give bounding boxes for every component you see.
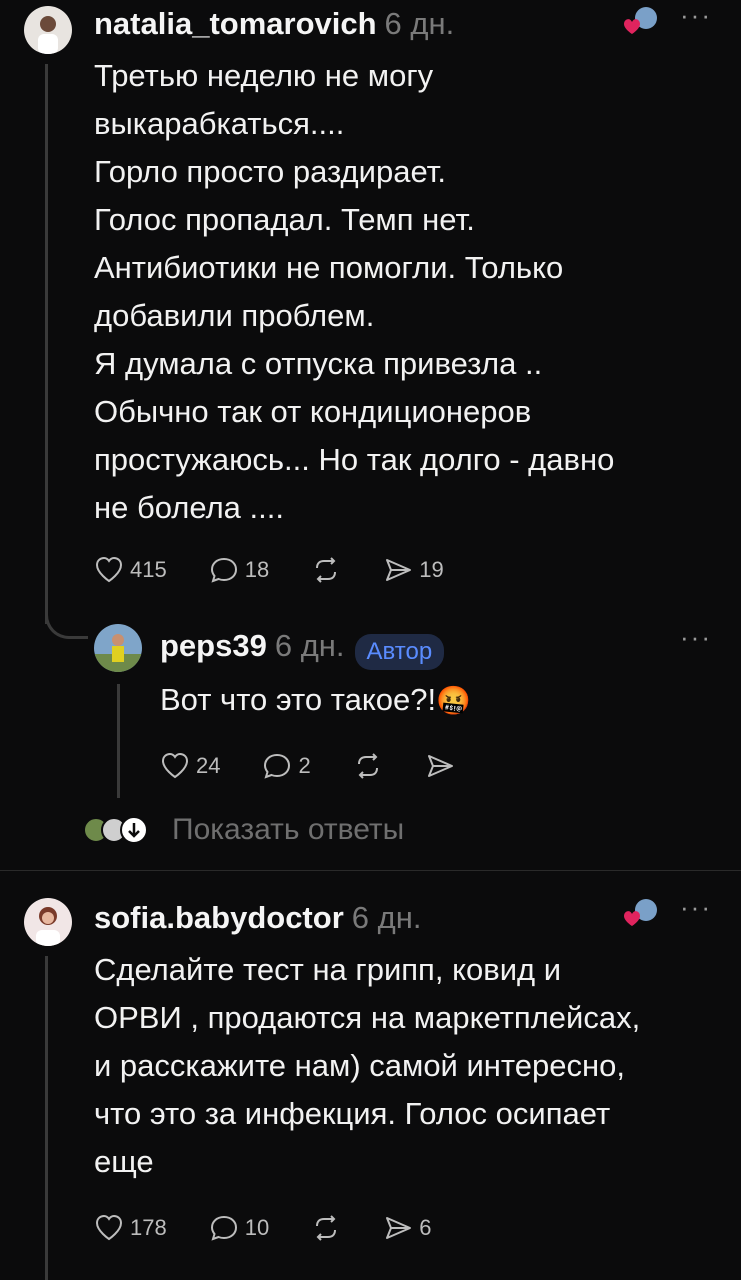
thread-line [45, 64, 48, 624]
post-line: добавили проблем. [94, 298, 375, 333]
comment-icon [264, 753, 291, 779]
repost-button[interactable] [311, 1214, 341, 1242]
like-count: 24 [196, 753, 221, 778]
comment-button[interactable]: 18 [209, 556, 269, 584]
post-actions: 415 18 19 [94, 556, 486, 584]
show-replies-button[interactable]: Показать ответы [82, 812, 404, 848]
share-button[interactable]: 19 [383, 556, 444, 584]
heart-icon [95, 556, 123, 583]
comment-count: 10 [244, 1215, 270, 1240]
more-options-icon[interactable]: ··· [680, 622, 712, 653]
like-count: 415 [130, 557, 167, 582]
post-line: что это за инфекция. Голос осипает [94, 1096, 611, 1131]
avatar-photo-icon [94, 634, 142, 672]
heart-icon [95, 1214, 123, 1241]
liked-by-author-avatar [620, 4, 660, 45]
avatar[interactable] [24, 6, 72, 54]
post-header: sofia.babydoctor 6 дн. [94, 900, 421, 936]
reply-body: Вот что это такое?!🤬 [160, 676, 471, 725]
like-button[interactable]: 415 [94, 556, 167, 584]
send-icon [386, 559, 412, 581]
timestamp: 6 дн. [384, 6, 455, 41]
comment-icon [210, 1215, 237, 1241]
reply-text: Вот что это такое?! [160, 682, 437, 717]
share-count: 19 [419, 557, 444, 582]
more-options-icon[interactable]: ··· [680, 892, 712, 923]
like-count: 178 [130, 1215, 167, 1240]
post-line: Горло просто раздирает. [94, 154, 447, 189]
post-line: Я думала с отпуска привезла .. [94, 346, 543, 381]
repost-button[interactable] [353, 752, 383, 780]
thread-line [117, 684, 120, 798]
post-line: Обычно так от кондиционеров [94, 394, 532, 429]
show-replies-label: Показать ответы [172, 813, 405, 846]
post-line: выкарабкаться.... [94, 106, 345, 141]
like-button[interactable]: 24 [160, 752, 220, 780]
comment-button[interactable]: 10 [209, 1214, 269, 1242]
repost-icon [316, 1215, 337, 1241]
post-body: Третью неделю не могу выкарабкаться.... … [94, 52, 724, 532]
liked-by-author-avatar [620, 896, 660, 937]
post-line: Третью неделю не могу [94, 58, 434, 93]
username[interactable]: natalia_tomarovich [94, 6, 377, 41]
thread-curve [45, 600, 88, 639]
post-line: простужаюсь... Но так долго - давно [94, 442, 615, 477]
heart-icon [161, 752, 189, 779]
avatar[interactable] [24, 898, 72, 946]
post-line: ОРВИ , продаются на маркетплейсах, [94, 1000, 641, 1035]
reply-avatars-stack-icon [83, 816, 148, 844]
reply-actions: 24 2 [160, 752, 497, 780]
post-line: еще [94, 1144, 154, 1179]
angry-face-emoji: 🤬 [436, 685, 471, 716]
author-like-icon [624, 7, 657, 34]
repost-icon [357, 753, 378, 779]
avatar-photo-icon [38, 16, 58, 54]
post-line: не болела .... [94, 490, 284, 525]
post-line: Антибиотики не помогли. Только [94, 250, 564, 285]
post-line: и расскажите нам) самой интересно, [94, 1048, 625, 1083]
post-header: natalia_tomarovich 6 дн. [94, 6, 454, 42]
like-button[interactable]: 178 [94, 1214, 167, 1242]
avatar-photo-icon [36, 907, 60, 946]
post-body: Сделайте тест на грипп, ковид и ОРВИ , п… [94, 946, 734, 1186]
repost-button[interactable] [311, 556, 341, 584]
avatar[interactable] [94, 624, 142, 672]
comment-button[interactable]: 2 [262, 752, 311, 780]
reply-header: peps39 6 дн. Автор [160, 628, 445, 670]
comment-count: 18 [244, 557, 270, 582]
comment-icon [210, 557, 237, 583]
author-badge: Автор [354, 633, 445, 670]
more-options-icon[interactable]: ··· [680, 0, 712, 31]
thread-line [45, 956, 48, 1280]
comment-count: 2 [298, 753, 311, 778]
send-icon [427, 755, 453, 777]
timestamp: 6 дн. [274, 628, 345, 663]
username[interactable]: sofia.babydoctor [94, 900, 344, 935]
post-line: Голос пропадал. Темп нет. [94, 202, 475, 237]
share-count: 6 [419, 1215, 432, 1240]
post-actions: 178 10 6 [94, 1214, 473, 1242]
author-like-icon [624, 899, 657, 926]
post-line: Сделайте тест на грипп, ковид и [94, 952, 562, 987]
share-button[interactable] [425, 752, 455, 780]
repost-icon [316, 557, 337, 583]
share-button[interactable]: 6 [383, 1214, 431, 1242]
divider [0, 870, 741, 871]
timestamp: 6 дн. [351, 900, 422, 935]
send-icon [386, 1217, 412, 1239]
username[interactable]: peps39 [160, 628, 267, 663]
